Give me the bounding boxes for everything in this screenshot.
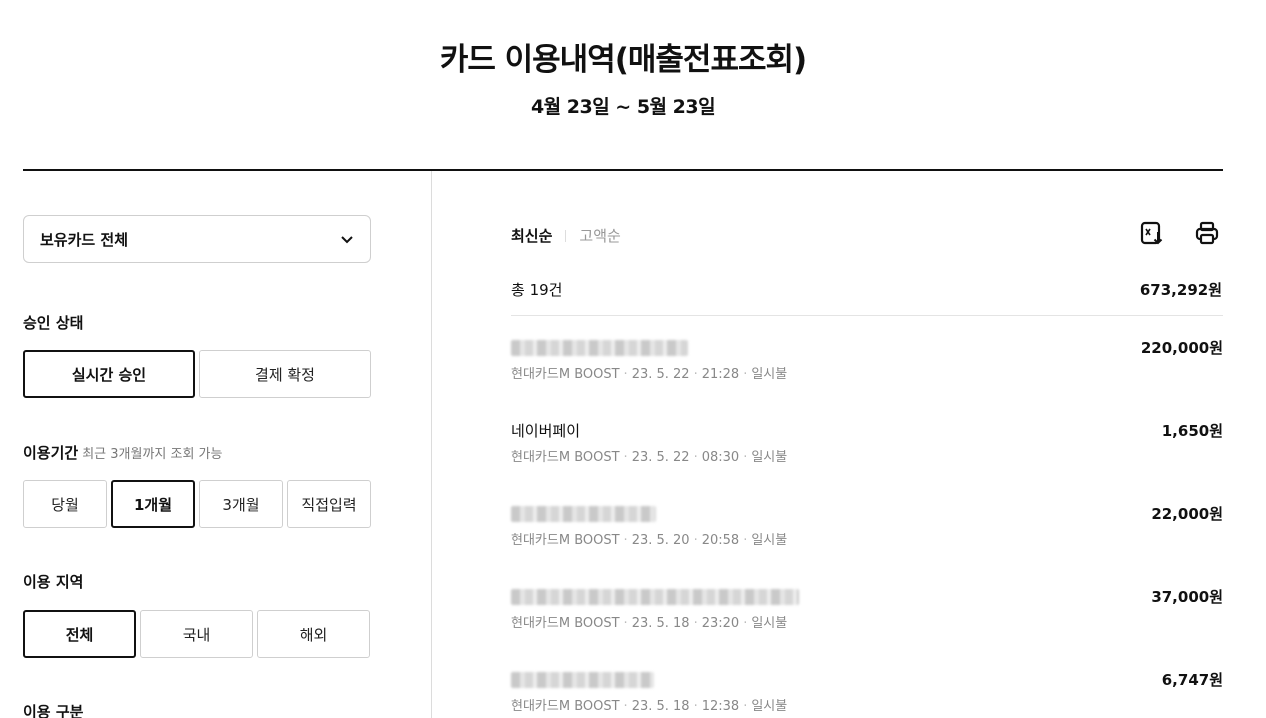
card-name: 현대카드M BOOST bbox=[511, 616, 620, 631]
usage-type-label: 이용 구분 bbox=[23, 703, 84, 718]
blurred-merchant-name bbox=[511, 672, 654, 688]
card-name: 현대카드M BOOST bbox=[511, 699, 620, 714]
transaction-meta: 현대카드M BOOST · 23. 5. 22 · 08:30 · 일시불 bbox=[511, 450, 788, 465]
excel-download-icon[interactable] bbox=[1139, 220, 1165, 246]
sort-amount-button[interactable]: 고액순 bbox=[579, 225, 620, 246]
region-domestic-button[interactable]: 국내 bbox=[140, 610, 253, 658]
tx-date: 23. 5. 18 bbox=[631, 699, 690, 714]
payment-type: 일시불 bbox=[751, 616, 788, 631]
transaction-item[interactable]: 현대카드M BOOST · 23. 5. 22 · 21:28 · 일시불 220,000원 bbox=[511, 337, 1223, 387]
sort-latest-button[interactable]: 최신순 bbox=[511, 225, 552, 246]
card-name: 현대카드M BOOST bbox=[511, 450, 620, 465]
period-label-text: 이용기간 bbox=[23, 444, 79, 462]
sort-options: 최신순 고액순 bbox=[511, 225, 621, 246]
transaction-meta: 현대카드M BOOST · 23. 5. 20 · 20:58 · 일시불 bbox=[511, 533, 788, 548]
total-count: 총 19건 bbox=[511, 281, 563, 299]
region-label: 이용 지역 bbox=[23, 573, 84, 591]
blurred-merchant-name bbox=[511, 340, 688, 356]
transaction-item[interactable]: 현대카드M BOOST · 23. 5. 20 · 20:58 · 일시불 22,000원 bbox=[511, 503, 1223, 553]
transaction-meta: 현대카드M BOOST · 23. 5. 22 · 21:28 · 일시불 bbox=[511, 367, 788, 382]
card-select-dropdown[interactable]: 보유카드 전체 bbox=[23, 215, 371, 263]
period-1-month-button[interactable]: 1개월 bbox=[111, 480, 195, 528]
column-divider bbox=[431, 171, 432, 718]
period-current-month-button[interactable]: 당월 bbox=[23, 480, 107, 528]
tx-amount: 37,000원 bbox=[1151, 588, 1223, 606]
tx-time: 21:28 bbox=[701, 367, 740, 382]
list-divider bbox=[511, 315, 1223, 316]
approval-status-label: 승인 상태 bbox=[23, 314, 84, 332]
transaction-item[interactable]: 현대카드M BOOST · 23. 5. 18 · 23:20 · 일시불 37,000원 bbox=[511, 586, 1223, 636]
payment-type: 일시불 bbox=[751, 450, 788, 465]
tx-time: 23:20 bbox=[701, 616, 740, 631]
card-name: 현대카드M BOOST bbox=[511, 367, 620, 382]
tx-amount: 6,747원 bbox=[1161, 671, 1223, 689]
page-title: 카드 이용내역(매출전표조회) bbox=[439, 42, 807, 78]
payment-type: 일시불 bbox=[751, 699, 788, 714]
transaction-meta: 현대카드M BOOST · 23. 5. 18 · 23:20 · 일시불 bbox=[511, 616, 788, 631]
blurred-merchant-name bbox=[511, 506, 656, 522]
tx-date: 23. 5. 18 bbox=[631, 616, 690, 631]
tx-date: 23. 5. 20 bbox=[631, 533, 690, 548]
payment-type: 일시불 bbox=[751, 533, 788, 548]
region-overseas-button[interactable]: 해외 bbox=[257, 610, 370, 658]
tx-time: 12:38 bbox=[701, 699, 740, 714]
header-divider bbox=[23, 169, 1223, 171]
approval-confirmed-button[interactable]: 결제 확정 bbox=[199, 350, 371, 398]
tx-date: 23. 5. 22 bbox=[631, 367, 690, 382]
transaction-meta: 현대카드M BOOST · 23. 5. 18 · 12:38 · 일시불 bbox=[511, 699, 788, 714]
tx-time: 20:58 bbox=[701, 533, 740, 548]
merchant-name: 네이버페이 bbox=[511, 422, 581, 440]
period-label: 이용기간 최근 3개월까지 조회 가능 bbox=[23, 442, 222, 463]
region-all-button[interactable]: 전체 bbox=[23, 610, 136, 658]
period-range: 4월 23일 ~ 5월 23일 bbox=[530, 96, 716, 118]
period-custom-button[interactable]: 직접입력 bbox=[287, 480, 371, 528]
card-name: 현대카드M BOOST bbox=[511, 533, 620, 548]
blurred-merchant-name bbox=[511, 589, 799, 605]
tx-amount: 220,000원 bbox=[1140, 339, 1223, 357]
period-hint: 최근 3개월까지 조회 가능 bbox=[82, 447, 223, 462]
printer-icon[interactable] bbox=[1194, 220, 1220, 246]
approval-realtime-button[interactable]: 실시간 승인 bbox=[23, 350, 195, 398]
sort-separator bbox=[565, 229, 567, 242]
tx-time: 08:30 bbox=[701, 450, 740, 465]
period-3-month-button[interactable]: 3개월 bbox=[199, 480, 283, 528]
transaction-item[interactable]: 네이버페이 현대카드M BOOST · 23. 5. 22 · 08:30 · 일시불 1,… bbox=[511, 420, 1223, 470]
card-select-value: 보유카드 전체 bbox=[40, 230, 129, 249]
payment-type: 일시불 bbox=[751, 367, 788, 382]
tx-amount: 22,000원 bbox=[1151, 505, 1223, 523]
total-amount: 673,292원 bbox=[1139, 281, 1222, 299]
transaction-item[interactable]: 현대카드M BOOST · 23. 5. 18 · 12:38 · 일시불 6,747원 bbox=[511, 669, 1223, 718]
chevron-down-icon bbox=[341, 236, 353, 244]
tx-amount: 1,650원 bbox=[1161, 422, 1223, 440]
tx-date: 23. 5. 22 bbox=[631, 450, 690, 465]
